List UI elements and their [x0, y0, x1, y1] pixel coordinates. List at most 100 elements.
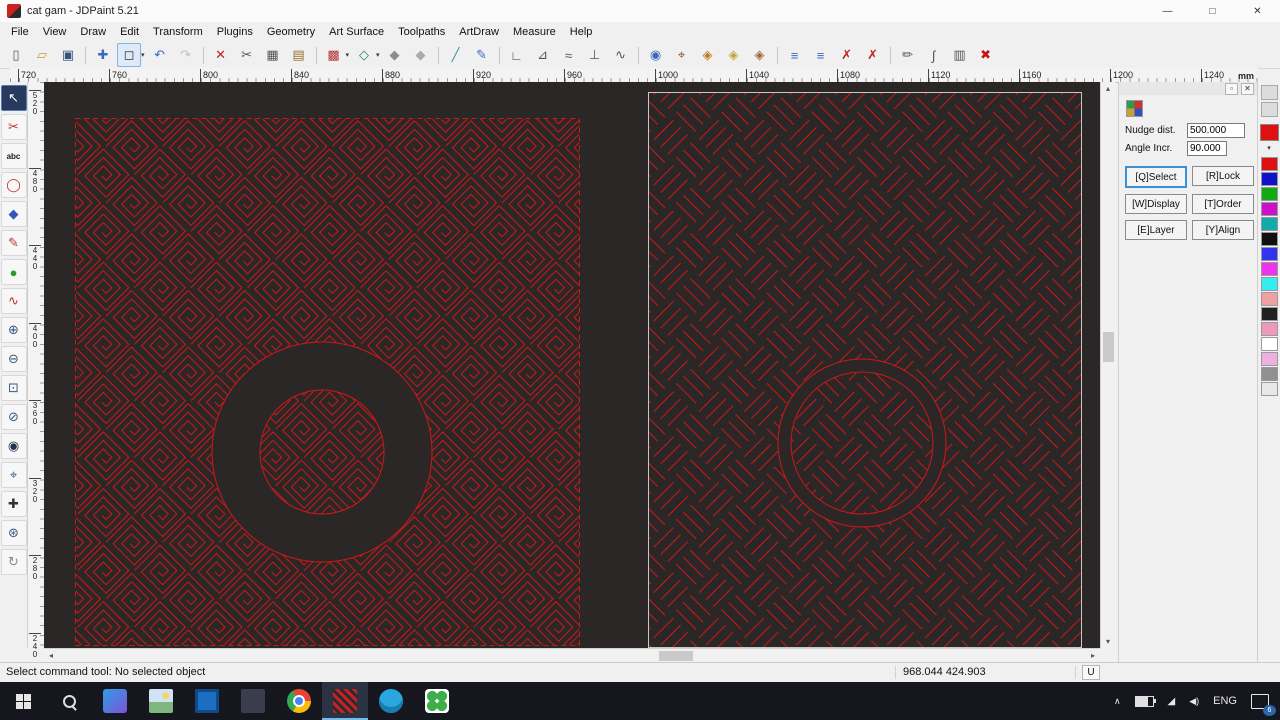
taskbar-app-blue[interactable] — [368, 682, 414, 720]
tray-chevron-icon[interactable]: ∧ — [1107, 682, 1128, 720]
taskbar-app-jdpaint[interactable] — [322, 682, 368, 720]
color-swatch-4[interactable] — [1260, 202, 1278, 216]
knife-tool-icon[interactable]: ✂ — [0, 114, 27, 140]
magnify-tool-icon[interactable]: ⊛ — [0, 520, 27, 546]
abort-icon[interactable]: ✖ — [974, 43, 998, 67]
node-edit-icon[interactable]: ✎ — [470, 43, 494, 67]
color-swatch-14[interactable] — [1260, 352, 1278, 366]
taskbar-search-button[interactable] — [46, 682, 92, 720]
redo-icon[interactable]: ↷ — [174, 43, 198, 67]
pan-tool-icon[interactable]: ✚ — [0, 491, 27, 517]
perpendicular-icon[interactable]: ⊥ — [583, 43, 607, 67]
clip-view-tool-icon[interactable]: ⊘ — [0, 404, 27, 430]
corner-icon[interactable]: ∟ — [505, 43, 529, 67]
contour-fill-icon[interactable]: ◇ — [352, 43, 376, 67]
snap-clear-a-icon[interactable]: ✗ — [835, 43, 859, 67]
contour-fill-dropdown-icon[interactable]: ▾ — [376, 51, 380, 59]
nudge-distance-input[interactable] — [1187, 123, 1245, 138]
align-h-icon[interactable]: ≡ — [783, 43, 807, 67]
delete-icon[interactable]: ✕ — [209, 43, 233, 67]
palette-tool-icon[interactable] — [1260, 85, 1278, 100]
tool-path-icon[interactable]: ∫ — [922, 43, 946, 67]
zoom-window-tool-icon[interactable]: ⊡ — [0, 375, 27, 401]
align-v-icon[interactable]: ≡ — [809, 43, 833, 67]
dock-tab-icon[interactable] — [1126, 100, 1143, 117]
volume-icon[interactable]: ◀) — [1182, 682, 1206, 720]
minimize-button[interactable]: — — [1145, 0, 1190, 22]
smooth-icon[interactable]: ∿ — [609, 43, 633, 67]
sheet-icon[interactable]: ▥ — [948, 43, 972, 67]
color-swatch-15[interactable] — [1260, 367, 1278, 381]
drawing-canvas[interactable] — [44, 82, 1100, 648]
current-color-swatch[interactable] — [1259, 124, 1279, 141]
dock-button-e-layer[interactable]: [E]Layer — [1125, 220, 1187, 240]
outline-tool-icon[interactable]: ◯ — [0, 172, 27, 198]
color-swatch-6[interactable] — [1260, 232, 1278, 246]
maximize-button[interactable]: □ — [1190, 0, 1235, 22]
menu-artdraw[interactable]: ArtDraw — [452, 22, 506, 42]
color-swatch-5[interactable] — [1260, 217, 1278, 231]
diamond-tool-icon[interactable]: ◆ — [0, 201, 27, 227]
refresh-tool-icon[interactable]: ↻ — [0, 549, 27, 575]
select-rect-dropdown-icon[interactable]: ▾ — [141, 51, 145, 59]
move-icon[interactable]: ✚ — [91, 43, 115, 67]
carve-icon[interactable]: ⌖ — [670, 43, 694, 67]
menu-plugins[interactable]: Plugins — [210, 22, 260, 42]
dock-button-r-lock[interactable]: [R]Lock — [1192, 166, 1254, 186]
dock-close-button[interactable]: ✕ — [1241, 82, 1254, 95]
color-swatch-8[interactable] — [1260, 262, 1278, 276]
menu-draw[interactable]: Draw — [73, 22, 113, 42]
zoom-out-tool-icon[interactable]: ⊖ — [0, 346, 27, 372]
taskbar-app-clover[interactable] — [414, 682, 460, 720]
paste-icon[interactable]: ▤ — [287, 43, 311, 67]
shield-a-icon[interactable]: ◆ — [383, 43, 407, 67]
zoom-in-tool-icon[interactable]: ⊕ — [0, 317, 27, 343]
color-swatch-3[interactable] — [1260, 187, 1278, 201]
close-button[interactable]: ✕ — [1235, 0, 1280, 22]
taskbar-app-chrome[interactable] — [276, 682, 322, 720]
notification-button[interactable]: 6 — [1244, 682, 1276, 720]
scroll-right-icon[interactable]: ▸ — [1086, 649, 1100, 662]
menu-file[interactable]: File — [4, 22, 36, 42]
sphere-tool-icon[interactable]: ● — [0, 259, 27, 285]
brush-tool-icon[interactable]: ✎ — [0, 230, 27, 256]
hatch-fill-dropdown-icon[interactable]: ▾ — [346, 51, 350, 59]
open-file-icon[interactable]: ▱ — [30, 43, 54, 67]
preview-tool-icon[interactable]: ◉ — [0, 433, 27, 459]
taskbar-app-pictures[interactable] — [138, 682, 184, 720]
left-pattern-object[interactable] — [75, 118, 580, 646]
language-indicator[interactable]: ENG — [1206, 682, 1244, 720]
menu-help[interactable]: Help — [563, 22, 600, 42]
color-swatch-16[interactable] — [1260, 382, 1278, 396]
draw-line-icon[interactable]: ╱ — [444, 43, 468, 67]
menu-view[interactable]: View — [36, 22, 74, 42]
palette-edit-icon[interactable] — [1260, 102, 1278, 117]
taskbar-app-monitor[interactable] — [184, 682, 230, 720]
network-icon[interactable]: ◢ — [1161, 682, 1183, 720]
new-file-icon[interactable]: ▯ — [4, 43, 28, 67]
view-eye-icon[interactable]: ◉ — [644, 43, 668, 67]
color-swatch-12[interactable] — [1260, 322, 1278, 336]
menu-toolpaths[interactable]: Toolpaths — [391, 22, 452, 42]
color-swatch-9[interactable] — [1260, 277, 1278, 291]
taskbar-app-files[interactable] — [230, 682, 276, 720]
vertical-scrollbar[interactable]: ▴ ▾ — [1100, 82, 1116, 648]
surface-b-icon[interactable]: ◈ — [722, 43, 746, 67]
shield-b-icon[interactable]: ◆ — [409, 43, 433, 67]
right-pattern-object[interactable] — [648, 92, 1082, 648]
hatch-fill-icon[interactable]: ▩ — [322, 43, 346, 67]
dock-button-q-select[interactable]: [Q]Select — [1125, 166, 1187, 188]
cut-icon[interactable]: ✂ — [235, 43, 259, 67]
color-swatch-7[interactable] — [1260, 247, 1278, 261]
horizontal-scroll-thumb[interactable] — [659, 651, 693, 661]
spline-tool-icon[interactable]: ∿ — [0, 288, 27, 314]
scroll-up-icon[interactable]: ▴ — [1101, 82, 1115, 95]
color-swatch-2[interactable] — [1260, 172, 1278, 186]
locate-tool-icon[interactable]: ⌖ — [0, 462, 27, 488]
undo-icon[interactable]: ↶ — [148, 43, 172, 67]
dock-button-w-display[interactable]: [W]Display — [1125, 194, 1187, 214]
menu-measure[interactable]: Measure — [506, 22, 563, 42]
palette-expand-icon[interactable]: ▾ — [1267, 144, 1271, 152]
engrave-pen-icon[interactable]: ✏ — [896, 43, 920, 67]
pick-tool-icon[interactable]: ↖ — [0, 85, 27, 111]
